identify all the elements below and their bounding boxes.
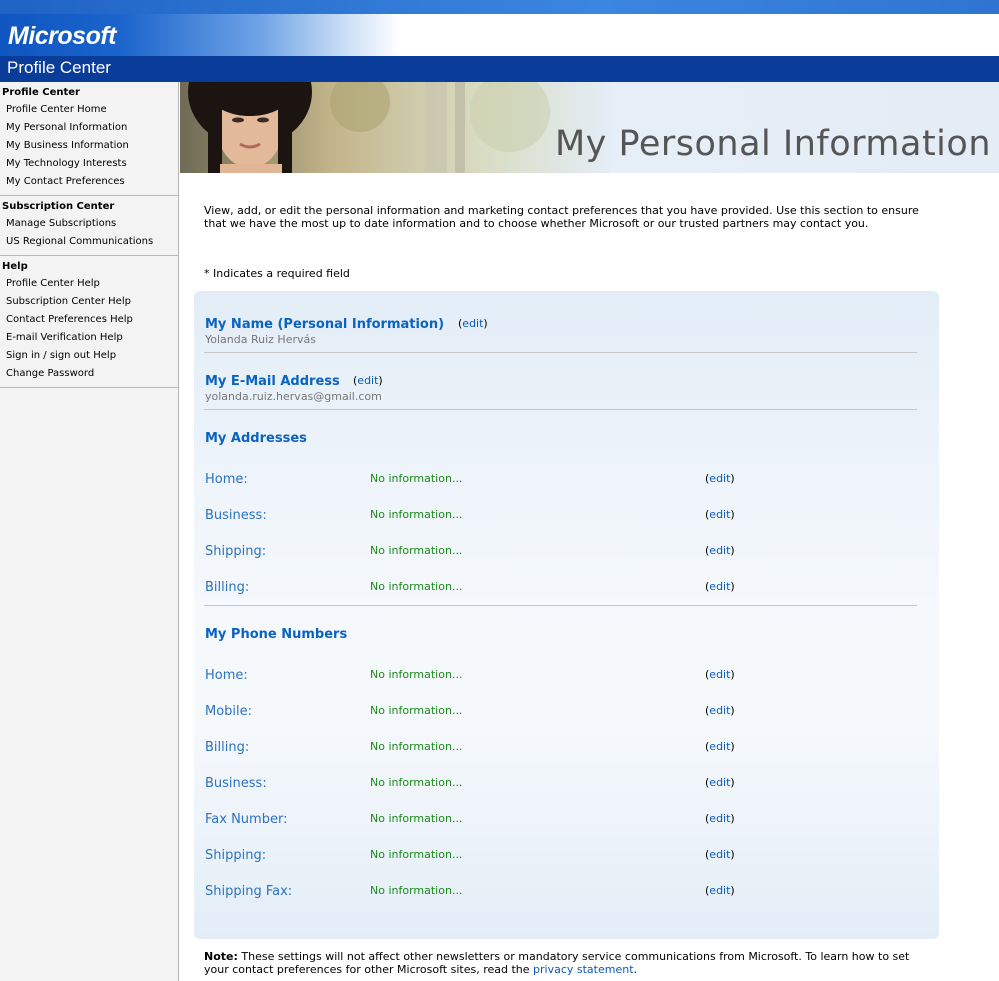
phone-label-home: Home:: [205, 668, 248, 683]
name-edit: (edit): [458, 317, 488, 330]
sidebar-heading: Profile Center: [2, 87, 80, 98]
edit-phone-home-link[interactable]: edit: [709, 668, 730, 681]
sidebar-item-profile-center-help[interactable]: Profile Center Help: [0, 275, 178, 293]
name-section-title: My Name (Personal Information): [205, 317, 445, 332]
banner-photo: [180, 82, 610, 173]
sidebar-group-profile-center: Profile Center Profile Center Home My Pe…: [0, 82, 178, 196]
address-value-billing: No information...: [370, 580, 463, 593]
email-edit: (edit): [353, 374, 383, 387]
sidebar-item-us-regional-communications[interactable]: US Regional Communications: [0, 233, 178, 251]
sidebar-item-manage-subscriptions[interactable]: Manage Subscriptions: [0, 215, 178, 233]
phone-value-billing: No information...: [370, 740, 463, 753]
address-value-home: No information...: [370, 472, 463, 485]
phone-label-fax-number: Fax Number:: [205, 812, 288, 827]
address-label-business: Business:: [205, 508, 267, 523]
page-banner: My Personal Information: [180, 82, 999, 173]
edit-address-business-link[interactable]: edit: [709, 508, 730, 521]
sidebar-item-my-technology-interests[interactable]: My Technology Interests: [0, 155, 178, 173]
note-label: Note:: [204, 950, 238, 963]
address-label-billing: Billing:: [205, 580, 250, 595]
edit-phone-billing-link[interactable]: edit: [709, 740, 730, 753]
phone-edit-shipping: (edit): [705, 848, 735, 861]
sidebar-item-my-contact-preferences[interactable]: My Contact Preferences: [0, 173, 178, 191]
top-accent-bar: [0, 0, 999, 14]
phone-label-shipping: Shipping:: [205, 848, 267, 863]
phone-value-mobile: No information...: [370, 704, 463, 717]
address-value-business: No information...: [370, 508, 463, 521]
sidebar: Profile Center Profile Center Home My Pe…: [0, 82, 179, 981]
phone-label-shipping-fax: Shipping Fax:: [205, 884, 293, 899]
sidebar-heading: Subscription Center: [2, 201, 115, 212]
phone-label-billing: Billing:: [205, 740, 250, 755]
phone-edit-fax-number: (edit): [705, 812, 735, 825]
sidebar-group-subscription-center: Subscription Center Manage Subscriptions…: [0, 196, 178, 256]
edit-phone-fax-number-link[interactable]: edit: [709, 812, 730, 825]
divider: [204, 352, 917, 353]
address-label-home: Home:: [205, 472, 248, 487]
edit-phone-mobile-link[interactable]: edit: [709, 704, 730, 717]
sidebar-item-change-password[interactable]: Change Password: [0, 365, 178, 383]
intro-text: View, add, or edit the personal informat…: [204, 204, 919, 230]
edit-phone-shipping-fax-link[interactable]: edit: [709, 884, 730, 897]
phone-edit-shipping-fax: (edit): [705, 884, 735, 897]
logo-band: [0, 14, 999, 56]
note-end: .: [633, 963, 638, 976]
edit-name-link[interactable]: edit: [462, 317, 483, 330]
phones-section-title: My Phone Numbers: [205, 627, 348, 642]
phone-edit-home: (edit): [705, 668, 735, 681]
phone-edit-billing: (edit): [705, 740, 735, 753]
email-section-title: My E-Mail Address: [205, 374, 340, 389]
email-value: yolanda.ruiz.hervas@gmail.com: [205, 390, 382, 403]
sidebar-group-help: Help Profile Center Help Subscription Ce…: [0, 256, 178, 388]
page-title: My Personal Information: [554, 124, 991, 164]
edit-address-home-link[interactable]: edit: [709, 472, 730, 485]
sidebar-heading: Help: [2, 261, 28, 272]
edit-address-shipping-link[interactable]: edit: [709, 544, 730, 557]
phone-label-mobile: Mobile:: [205, 704, 253, 719]
edit-phone-business-link[interactable]: edit: [709, 776, 730, 789]
sidebar-item-email-verification-help[interactable]: E-mail Verification Help: [0, 329, 178, 347]
sidebar-item-contact-preferences-help[interactable]: Contact Preferences Help: [0, 311, 178, 329]
sidebar-item-subscription-center-help[interactable]: Subscription Center Help: [0, 293, 178, 311]
phone-edit-business: (edit): [705, 776, 735, 789]
privacy-statement-link[interactable]: privacy statement: [533, 963, 634, 976]
site-title: Profile Center: [7, 58, 111, 77]
edit-phone-shipping-link[interactable]: edit: [709, 848, 730, 861]
sidebar-item-my-business-information[interactable]: My Business Information: [0, 137, 178, 155]
edit-email-link[interactable]: edit: [357, 374, 378, 387]
divider: [204, 605, 917, 606]
phone-value-home: No information...: [370, 668, 463, 681]
phone-value-fax-number: No information...: [370, 812, 463, 825]
microsoft-logo[interactable]: Microsoft: [8, 22, 117, 51]
address-edit-shipping: (edit): [705, 544, 735, 557]
edit-address-billing-link[interactable]: edit: [709, 580, 730, 593]
address-label-shipping: Shipping:: [205, 544, 267, 559]
address-edit-billing: (edit): [705, 580, 735, 593]
phone-edit-mobile: (edit): [705, 704, 735, 717]
address-edit-home: (edit): [705, 472, 735, 485]
phone-value-business: No information...: [370, 776, 463, 789]
name-value: Yolanda Ruiz Hervás: [205, 333, 316, 346]
sidebar-item-sign-in-sign-out-help[interactable]: Sign in / sign out Help: [0, 347, 178, 365]
title-band: [0, 56, 999, 82]
address-value-shipping: No information...: [370, 544, 463, 557]
sidebar-item-profile-center-home[interactable]: Profile Center Home: [0, 101, 178, 119]
required-field-note: * Indicates a required field: [204, 267, 350, 280]
phone-value-shipping-fax: No information...: [370, 884, 463, 897]
phone-value-shipping: No information...: [370, 848, 463, 861]
phone-label-business: Business:: [205, 776, 267, 791]
sidebar-item-my-personal-information[interactable]: My Personal Information: [0, 119, 178, 137]
address-edit-business: (edit): [705, 508, 735, 521]
addresses-section-title: My Addresses: [205, 431, 307, 446]
footer-note: Note: These settings will not affect oth…: [204, 950, 924, 976]
divider: [204, 409, 917, 410]
